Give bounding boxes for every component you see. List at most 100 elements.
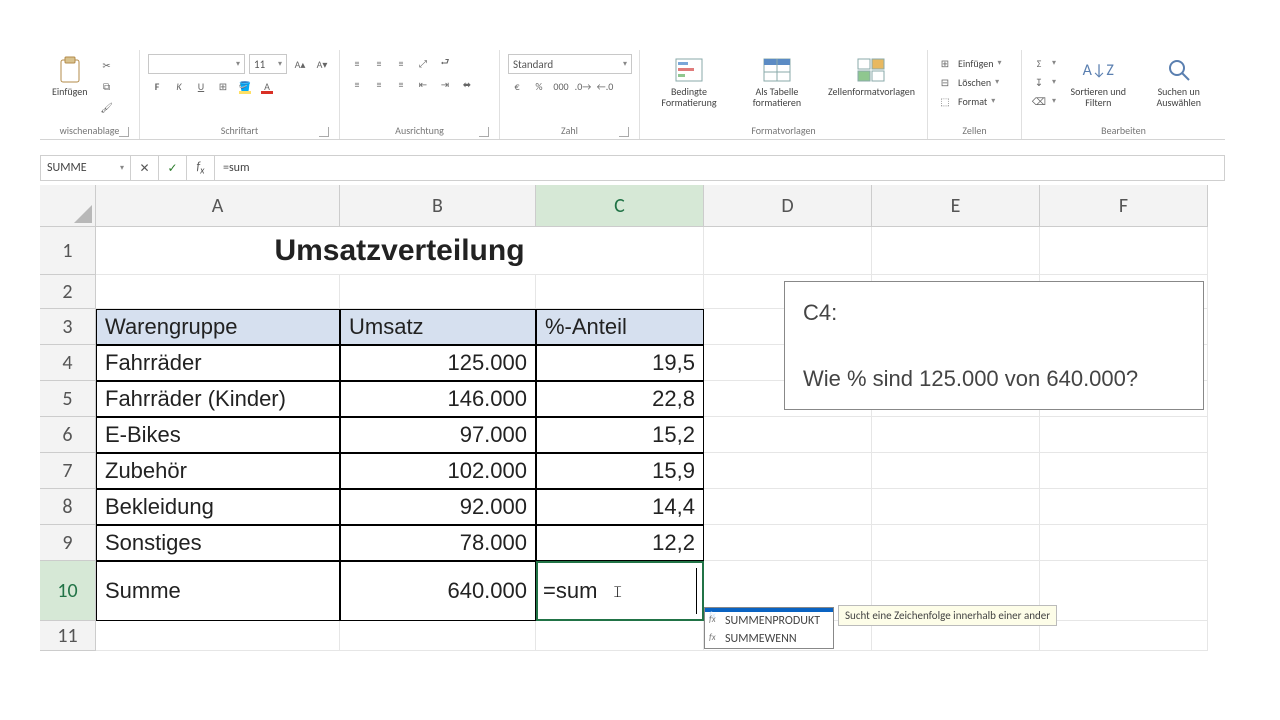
cell-F6[interactable] <box>1040 417 1208 453</box>
cell-F10[interactable] <box>1040 561 1208 621</box>
conditional-format-button[interactable]: Bedingte Formatierung <box>648 54 730 110</box>
dialog-launcher-icon[interactable] <box>619 127 629 137</box>
cell-C11[interactable] <box>536 621 704 651</box>
name-box[interactable]: SUMME▾ <box>41 156 131 180</box>
font-family-combo[interactable]: ▾ <box>148 54 245 74</box>
italic-button[interactable]: K <box>170 77 188 95</box>
header-umsatz[interactable]: Umsatz <box>340 309 536 345</box>
clear-button[interactable]: ⌫ <box>1030 92 1048 110</box>
cell-D8[interactable] <box>704 489 872 525</box>
increase-font-button[interactable]: A▴ <box>291 55 309 73</box>
insert-function-button[interactable]: fx <box>187 156 215 180</box>
fill-button[interactable]: ↧ <box>1030 73 1048 91</box>
cell-styles-button[interactable]: Zellenformatvorlagen <box>824 54 919 99</box>
increase-decimal-button[interactable]: .0→ <box>574 77 592 95</box>
format-table-button[interactable]: Als Tabelle formatieren <box>736 54 818 110</box>
delete-cells-button[interactable]: Löschen <box>958 76 991 89</box>
cell-summe-value[interactable]: 640.000 <box>340 561 536 621</box>
row-header-3[interactable]: 3 <box>40 309 96 345</box>
cell-A2[interactable] <box>96 275 340 309</box>
col-header-F[interactable]: F <box>1040 185 1208 227</box>
cell-E6[interactable] <box>872 417 1040 453</box>
cell-c5[interactable]: 22,8 <box>536 381 704 417</box>
cell-a9[interactable]: Sonstiges <box>96 525 340 561</box>
select-all-corner[interactable] <box>40 185 96 227</box>
cell-E8[interactable] <box>872 489 1040 525</box>
decrease-decimal-button[interactable]: ←.0 <box>596 77 614 95</box>
decrease-font-button[interactable]: A▾ <box>313 55 331 73</box>
percent-button[interactable]: % <box>530 77 548 95</box>
cell-D1[interactable] <box>704 227 872 275</box>
cell-E7[interactable] <box>872 453 1040 489</box>
cell-b7[interactable]: 102.000 <box>340 453 536 489</box>
cell-a6[interactable]: E-Bikes <box>96 417 340 453</box>
decrease-indent-button[interactable]: ⇤ <box>414 75 432 93</box>
cell-b8[interactable]: 92.000 <box>340 489 536 525</box>
cell-a8[interactable]: Bekleidung <box>96 489 340 525</box>
paste-button[interactable]: Einfügen <box>48 54 92 99</box>
cell-c10-editing[interactable]: =sum <box>536 561 704 621</box>
cell-c8[interactable]: 14,4 <box>536 489 704 525</box>
increase-indent-button[interactable]: ⇥ <box>436 75 454 93</box>
cell-A11[interactable] <box>96 621 340 651</box>
dialog-launcher-icon[interactable] <box>119 127 129 137</box>
cell-a7[interactable]: Zubehör <box>96 453 340 489</box>
row-header-2[interactable]: 2 <box>40 275 96 309</box>
cell-F9[interactable] <box>1040 525 1208 561</box>
border-button[interactable]: ⊞ <box>214 77 232 95</box>
align-middle-button[interactable]: ≡ <box>370 54 388 72</box>
header-anteil[interactable]: %-Anteil <box>536 309 704 345</box>
bold-button[interactable]: F <box>148 77 166 95</box>
cancel-formula-button[interactable]: ✕ <box>131 156 159 180</box>
row-header-4[interactable]: 4 <box>40 345 96 381</box>
title-cell[interactable]: Umsatzverteilung <box>96 227 704 275</box>
cell-B2[interactable] <box>340 275 536 309</box>
currency-button[interactable]: € <box>508 77 526 95</box>
dialog-launcher-icon[interactable] <box>479 127 489 137</box>
enter-formula-button[interactable]: ✓ <box>159 156 187 180</box>
thousand-button[interactable]: 000 <box>552 77 570 95</box>
cell-b9[interactable]: 78.000 <box>340 525 536 561</box>
underline-button[interactable]: U <box>192 77 210 95</box>
cell-E1[interactable] <box>872 227 1040 275</box>
row-header-10[interactable]: 10 <box>40 561 96 621</box>
cut-button[interactable]: ✂ <box>98 56 116 74</box>
find-select-button[interactable]: Suchen un Auswählen <box>1141 54 1217 110</box>
number-format-combo[interactable]: Standard▾ <box>508 54 632 74</box>
orientation-button[interactable]: ⤢ <box>414 54 432 72</box>
align-right-button[interactable]: ≡ <box>392 75 410 93</box>
row-header-11[interactable]: 11 <box>40 621 96 651</box>
insert-cells-button[interactable]: Einfügen <box>958 57 994 70</box>
cell-b5[interactable]: 146.000 <box>340 381 536 417</box>
cell-b6[interactable]: 97.000 <box>340 417 536 453</box>
cell-F7[interactable] <box>1040 453 1208 489</box>
cell-C2[interactable] <box>536 275 704 309</box>
format-painter-button[interactable]: 🖌 <box>98 98 116 116</box>
wrap-text-button[interactable]: ⮐ <box>436 54 454 72</box>
row-header-1[interactable]: 1 <box>40 227 96 275</box>
dialog-launcher-icon[interactable] <box>319 127 329 137</box>
autocomplete-item[interactable]: SUMMEWENN <box>705 630 833 648</box>
cell-D6[interactable] <box>704 417 872 453</box>
formula-autocomplete[interactable]: SUMMENPRODUKTSUMMEWENN <box>704 607 834 649</box>
cell-D7[interactable] <box>704 453 872 489</box>
cell-B11[interactable] <box>340 621 536 651</box>
merge-button[interactable]: ⬌ <box>458 75 476 93</box>
col-header-A[interactable]: A <box>96 185 340 227</box>
cell-c6[interactable]: 15,2 <box>536 417 704 453</box>
autocomplete-item[interactable]: SUMMENPRODUKT <box>705 612 833 630</box>
formula-input[interactable]: =sum <box>215 156 1224 180</box>
cell-F11[interactable] <box>1040 621 1208 651</box>
autosum-button[interactable]: Σ <box>1030 54 1048 72</box>
align-left-button[interactable]: ≡ <box>348 75 366 93</box>
cell-b4[interactable]: 125.000 <box>340 345 536 381</box>
cell-summe-label[interactable]: Summe <box>96 561 340 621</box>
row-header-6[interactable]: 6 <box>40 417 96 453</box>
align-top-button[interactable]: ≡ <box>348 54 366 72</box>
cell-E9[interactable] <box>872 525 1040 561</box>
cell-c7[interactable]: 15,9 <box>536 453 704 489</box>
align-bottom-button[interactable]: ≡ <box>392 54 410 72</box>
row-header-5[interactable]: 5 <box>40 381 96 417</box>
cell-a5[interactable]: Fahrräder (Kinder) <box>96 381 340 417</box>
header-warengruppe[interactable]: Warengruppe <box>96 309 340 345</box>
